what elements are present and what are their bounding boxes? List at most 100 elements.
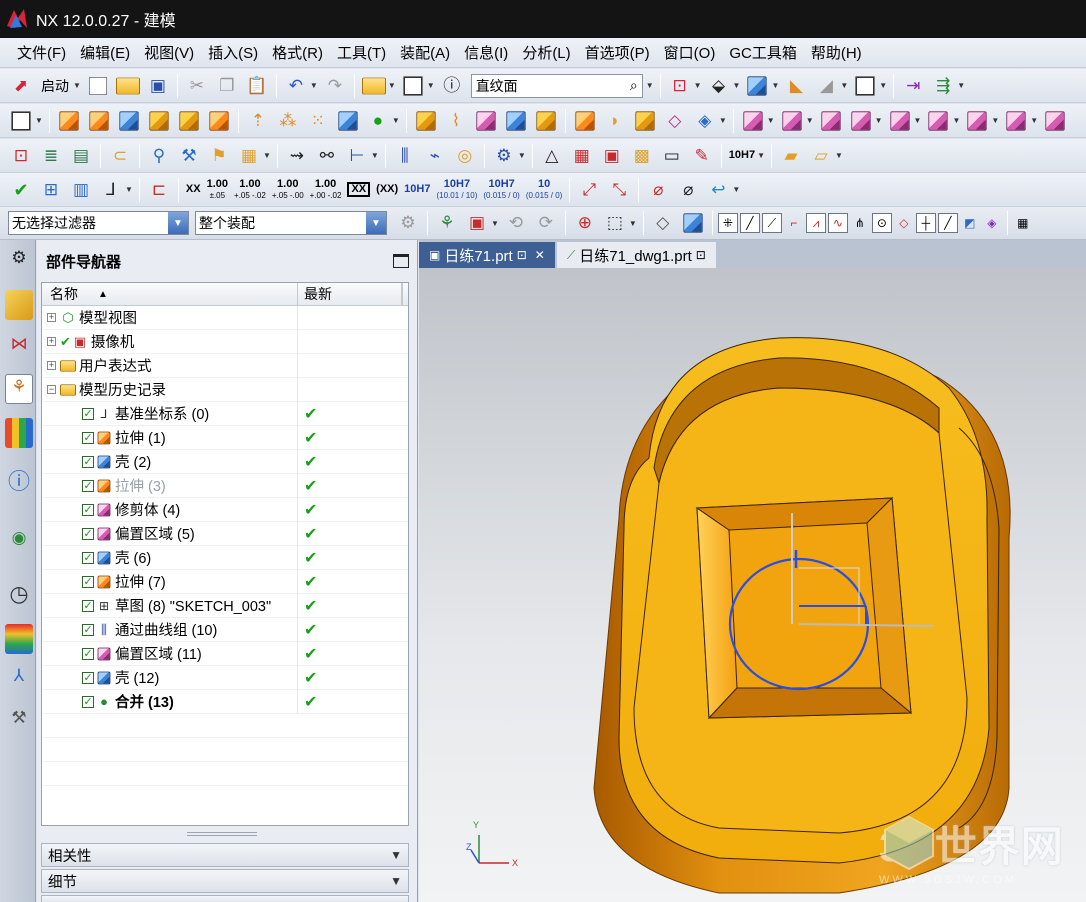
trim-body-icon[interactable] [476,110,496,131]
diameter-alt-icon[interactable]: ⌀ [676,178,700,202]
tolerance-fit-button[interactable]: 10H7 [404,184,430,195]
expand-icon[interactable]: + [47,313,56,322]
measure-body-icon[interactable]: ⚑ [207,144,231,168]
tolerance-limits-button[interactable]: 1.00 +.05 -.02 [234,178,266,201]
copy-icon[interactable]: ❐ [215,74,239,98]
tolerance-fit-limits-button[interactable]: 10H7 (10.01 / 10) [436,178,477,201]
tree-node-model-history[interactable]: − 模型历史记录 [42,377,408,402]
snap-endpoint-icon[interactable]: ╱ [739,213,760,233]
radius-dimension-icon[interactable]: ⤢ [577,178,601,202]
sketch-icon[interactable] [11,110,31,131]
menu-analysis[interactable]: 分析(L) [515,42,577,63]
datum-plane-icon[interactable]: ⊡ [9,144,33,168]
replace-face-icon[interactable] [782,110,802,131]
hd3d-tools-icon[interactable]: ⓘ [5,470,33,500]
synchronous-move-icon[interactable] [743,110,763,131]
suppress-checkbox[interactable]: ✓ [82,431,94,444]
snap-tangent-icon[interactable]: ⋔ [850,213,870,233]
chevron-down-icon[interactable]: ▼ [366,212,386,234]
select-components-icon[interactable]: ⚙ [396,211,420,235]
paste-icon[interactable]: 📋 [245,74,269,98]
snap-curve-icon[interactable]: ∿ [827,213,848,233]
bolt-icon[interactable]: ⫼ [393,144,417,168]
extrude-icon[interactable] [59,110,79,131]
new-file-icon[interactable] [88,76,107,95]
thicken-icon[interactable]: ◈ [693,109,717,133]
tree-row-feature[interactable]: ✓ 偏置区域 (5) ✔ [42,521,408,546]
collapse-icon[interactable]: − [47,385,56,394]
feature-dropdown-icon[interactable]: ▼ [719,116,727,125]
details-panel[interactable]: 细节 ▼ [41,869,409,893]
cut-icon[interactable]: ✂ [185,74,209,98]
point-icon[interactable]: ● [366,109,390,133]
fit-dropdown-icon[interactable]: ▼ [694,81,702,90]
redo-icon[interactable]: ↷ [323,74,347,98]
tree-row-feature[interactable]: ✓ ● 合并 (13) ✔ [42,689,408,714]
move-component-icon[interactable]: ⇥ [901,74,925,98]
snap-on-face-icon[interactable]: ◩ [960,213,980,233]
sort-ascending-icon[interactable]: ▲ [98,289,108,300]
tab-part[interactable]: ▣ 日练71.prt ⊡ ✕ [419,242,555,268]
tolerance-basic-button[interactable]: XX [347,182,371,197]
pen-icon[interactable]: ✎ [690,144,714,168]
tree-node-cameras[interactable]: + ✔ ▣ 摄像机 [42,329,408,354]
pocket-icon[interactable] [179,110,199,131]
chamfer-icon[interactable] [536,110,556,131]
selection-dropdown-icon[interactable]: ▼ [427,81,435,90]
section-dropdown-icon[interactable]: ▼ [840,81,848,90]
offset-face-icon[interactable]: ◇ [663,109,687,133]
feature-filter-icon[interactable]: ⚘ [435,211,459,235]
assembly-dropdown-icon[interactable]: ▼ [957,81,965,90]
library-dropdown-icon[interactable]: ▼ [835,151,843,160]
tube-icon[interactable]: ⌇ [444,109,468,133]
tolerance-value-button[interactable]: 10 (0.015 / 0) [526,178,562,201]
menu-format[interactable]: 格式(R) [265,42,330,63]
mirror-feature-icon[interactable]: ⁙ [306,109,330,133]
column-header-name[interactable]: 名称 ▲ [42,283,298,305]
tolerance-bilateral-button[interactable]: 1.00 ±.05 [207,178,228,201]
suppress-checkbox[interactable]: ✓ [82,671,94,684]
suppress-checkbox[interactable]: ✓ [82,623,94,636]
tolerance-fit-values-button[interactable]: 10H7 (0.015 / 0) [483,178,519,201]
suppress-checkbox[interactable]: ✓ [82,503,94,516]
arrow-return-icon[interactable]: ↩ [706,178,730,202]
preview-panel[interactable] [41,895,409,902]
linear-dropdown-icon[interactable]: ▼ [1030,116,1038,125]
table-icon[interactable]: ▦ [570,144,594,168]
measure-angle-icon[interactable]: ⚒ [177,144,201,168]
revolve-icon[interactable] [89,110,109,131]
measure-face-icon[interactable]: ▦ [237,144,261,168]
recent-files-icon[interactable] [361,77,386,94]
gear-icon[interactable]: ⚙ [492,144,516,168]
sync-dropdown-icon[interactable]: ▼ [767,116,775,125]
washer-icon[interactable]: ◎ [453,144,477,168]
close-icon[interactable]: ✕ [535,248,545,262]
tab-drawing[interactable]: ⟋ 日练71_dwg1.prt ⊡ [556,242,716,268]
draft-icon[interactable] [635,110,655,131]
selection-box-icon[interactable] [403,75,423,96]
menu-insert[interactable]: 插入(S) [201,42,265,63]
expand-icon[interactable]: + [47,337,56,346]
chevron-down-icon[interactable]: ▼ [390,848,402,862]
snap-quadrant-icon[interactable]: ◇ [894,213,914,233]
column-header-latest[interactable]: 最新 [298,283,402,305]
diameter-symbol-icon[interactable]: ⌀ [646,178,670,202]
command-finder-icon[interactable]: ⓘ [440,74,464,98]
start-dropdown-icon[interactable]: ▼ [73,81,81,90]
note-icon[interactable]: ▭ [660,144,684,168]
section-analysis-icon[interactable]: ⊢ [345,144,369,168]
suppress-checkbox[interactable]: ✓ [82,455,94,468]
datum-feature-icon[interactable]: ⊏ [147,178,171,202]
tolerance-upper-button[interactable]: 1.00 +.05 -.00 [272,178,304,201]
tree-row-feature[interactable]: ✓ 偏置区域 (11) ✔ [42,641,408,666]
render-dropdown-icon[interactable]: ▼ [771,81,779,90]
pmi-table-icon[interactable]: ▥ [69,178,93,202]
body-filter-icon[interactable]: ▣ [465,211,489,235]
snap-existing-point-icon[interactable]: ┼ [915,213,936,233]
gear-dropdown-icon[interactable]: ▼ [518,151,526,160]
part-navigator-icon[interactable]: ⚘ [5,374,33,404]
diameter-dimension-icon[interactable]: ⤡ [607,178,631,202]
tree-row-feature[interactable]: ✓ 修剪体 (4) ✔ [42,497,408,522]
maximize-icon[interactable] [393,254,409,268]
reuse-library-icon[interactable] [5,418,33,448]
